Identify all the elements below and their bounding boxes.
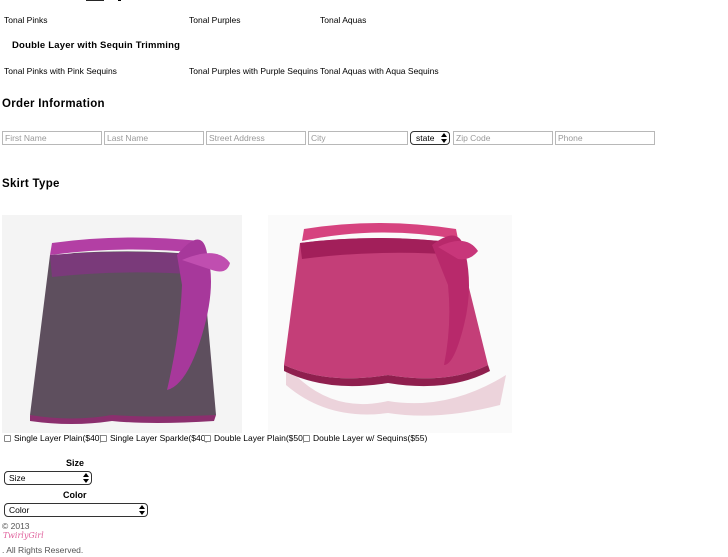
clipped-heading-fragment bbox=[2, 0, 162, 1]
skirt-option-label: Single Layer Plain($40) bbox=[14, 433, 103, 443]
color-option-aquas-sequins: Tonal Aquas with Aqua Sequins bbox=[320, 66, 439, 76]
skirt-option-label: Double Layer Plain($50) bbox=[214, 433, 306, 443]
skirt-option-label: Single Layer Sparkle($40) bbox=[110, 433, 209, 443]
color-option-tonal-aquas: Tonal Aquas bbox=[320, 15, 367, 25]
color-select-value: Color bbox=[9, 505, 30, 515]
radio-button[interactable] bbox=[4, 434, 11, 442]
color-option-tonal-pinks: Tonal Pinks bbox=[4, 15, 48, 25]
twirlygirl-logo: TwirlyGirl bbox=[3, 531, 44, 540]
size-label: Size bbox=[66, 458, 85, 468]
order-information-heading: Order Information bbox=[2, 98, 105, 110]
city-field[interactable]: City bbox=[308, 131, 408, 145]
color-option-tonal-purples: Tonal Purples bbox=[189, 15, 241, 25]
skirt-option-label: Double Layer w/ Sequins($55) bbox=[313, 433, 428, 443]
radio-button[interactable] bbox=[204, 434, 211, 442]
color-option-pinks-sequins: Tonal Pinks with Pink Sequins bbox=[4, 66, 117, 76]
street-address-field[interactable]: Street Address bbox=[206, 131, 306, 145]
skirt-image-single-layer bbox=[2, 215, 242, 433]
skirt-option-double-sequins[interactable]: Double Layer w/ Sequins($55) bbox=[303, 433, 427, 443]
last-name-field[interactable]: Last Name bbox=[104, 131, 204, 145]
skirt-option-double-plain[interactable]: Double Layer Plain($50) bbox=[204, 433, 306, 443]
size-select-value: Size bbox=[9, 473, 26, 483]
copyright-text: © 2013 bbox=[2, 521, 30, 531]
updown-arrows-icon bbox=[83, 473, 89, 483]
color-select[interactable]: Color bbox=[4, 503, 148, 517]
state-select-value: state bbox=[416, 133, 435, 143]
skirt-option-single-sparkle[interactable]: Single Layer Sparkle($40) bbox=[100, 433, 208, 443]
rights-text: . All Rights Reserved. bbox=[2, 545, 84, 555]
double-layer-heading: Double Layer with Sequin Trimming bbox=[12, 40, 181, 51]
radio-button[interactable] bbox=[100, 434, 107, 442]
color-label: Color bbox=[63, 490, 87, 500]
size-select[interactable]: Size bbox=[4, 471, 92, 485]
zip-code-field[interactable]: Zip Code bbox=[453, 131, 553, 145]
first-name-field[interactable]: First Name bbox=[2, 131, 102, 145]
radio-button[interactable] bbox=[303, 434, 310, 442]
skirt-image-double-layer bbox=[268, 215, 512, 433]
updown-arrows-icon bbox=[139, 505, 145, 515]
skirt-type-heading: Skirt Type bbox=[2, 178, 60, 190]
color-option-purples-sequins: Tonal Purples with Purple Sequins bbox=[189, 66, 318, 76]
phone-field[interactable]: Phone bbox=[555, 131, 655, 145]
updown-arrows-icon bbox=[441, 133, 447, 143]
skirt-option-single-plain[interactable]: Single Layer Plain($40) bbox=[4, 433, 102, 443]
state-select[interactable]: state bbox=[410, 131, 450, 145]
